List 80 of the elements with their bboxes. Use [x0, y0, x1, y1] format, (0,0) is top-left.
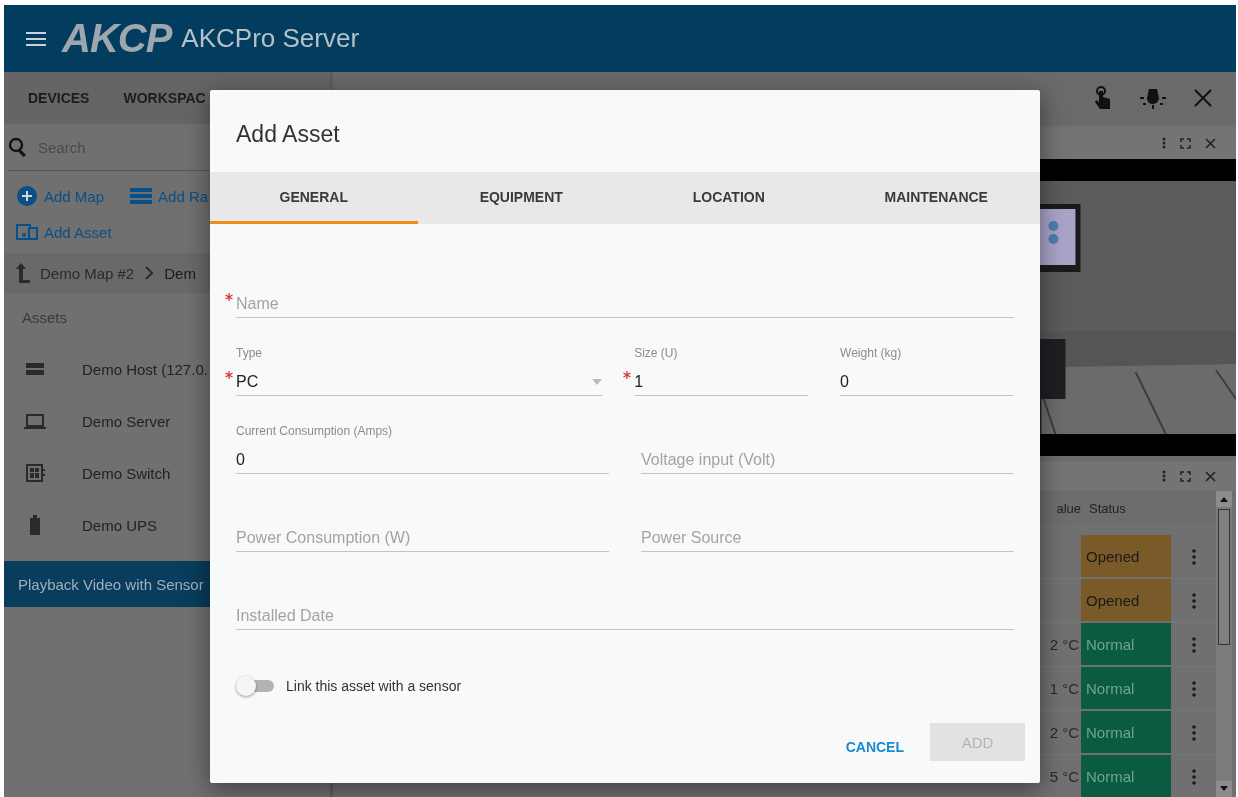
status-cell: Normal: [1081, 623, 1171, 667]
touch-icon[interactable]: [1094, 86, 1112, 110]
nav-tab[interactable]: WORKSPAC: [123, 90, 206, 106]
toggle-switch[interactable]: [236, 676, 276, 696]
table-cell: 2 °C: [1049, 724, 1079, 741]
input-field[interactable]: Name: [236, 246, 1014, 318]
input-field[interactable]: Installed Date: [236, 558, 1014, 630]
search-icon: [8, 137, 28, 157]
dialog-title: Add Asset: [235, 120, 341, 149]
dropdown-arrow-icon: [592, 379, 603, 385]
field-placeholder: Name: [236, 294, 280, 314]
asset-item[interactable]: Demo Switch: [82, 464, 171, 482]
input-field[interactable]: Power Source: [641, 480, 1014, 552]
more-icon[interactable]: [1191, 592, 1196, 609]
table-cell: 2 °C: [1049, 636, 1079, 653]
more-icon[interactable]: [1162, 470, 1166, 482]
scroll-up-icon[interactable]: [1216, 491, 1232, 507]
asset-item[interactable]: Demo UPS: [82, 516, 158, 534]
input-field[interactable]: Power Consumption (W): [236, 480, 609, 552]
asset-item[interactable]: Demo Host (127.0.: [82, 360, 208, 378]
field-placeholder: Installed Date: [236, 606, 335, 626]
chevron-icon: [144, 266, 155, 280]
add-rack-link[interactable]: Add Ra: [130, 185, 209, 207]
field-placeholder: Power Source: [641, 528, 743, 548]
more-icon[interactable]: [1191, 680, 1196, 697]
light-bulb-icon[interactable]: [1140, 86, 1166, 110]
status-cell: Normal: [1081, 711, 1171, 755]
field-value: PC: [236, 373, 259, 391]
fullscreen-icon[interactable]: [1180, 137, 1191, 149]
app-title: AKCPro Server: [181, 23, 360, 54]
more-icon[interactable]: [1191, 636, 1196, 653]
field-value: 0: [236, 451, 245, 469]
scroll-down-icon[interactable]: [1216, 781, 1232, 797]
tab[interactable]: LOCATION: [625, 172, 833, 224]
field-value: 1: [634, 373, 644, 391]
table-cell: 1 °C: [1049, 680, 1079, 697]
status-cell: Normal: [1081, 667, 1171, 711]
more-icon[interactable]: [1191, 724, 1196, 741]
add-asset-link[interactable]: Add Asset: [16, 221, 112, 243]
more-icon[interactable]: [1162, 137, 1166, 149]
status-cell: Normal: [1081, 755, 1171, 797]
field-label: Current Consumption (Amps): [236, 424, 394, 438]
close-icon[interactable]: [1205, 470, 1216, 482]
asset-item[interactable]: Demo Server: [82, 412, 171, 430]
panel-icon: [24, 462, 46, 484]
devices-icon: [16, 221, 38, 243]
tab[interactable]: EQUIPMENT: [417, 172, 625, 224]
tab[interactable]: GENERAL: [210, 172, 418, 224]
input-field[interactable]: Weight (kg) 0: [840, 324, 1014, 396]
field-placeholder: Power Consumption (W): [236, 528, 412, 548]
field-placeholder: Voltage input (Volt): [641, 450, 777, 470]
more-icon[interactable]: [1191, 548, 1196, 565]
menu-icon[interactable]: [26, 30, 46, 47]
input-field[interactable]: Voltage input (Volt): [641, 402, 1014, 474]
input-field[interactable]: Current Consumption (Amps) 0: [236, 402, 609, 474]
close-icon[interactable]: [1205, 137, 1216, 149]
logo: AKCP: [62, 16, 172, 61]
breadcrumb-item[interactable]: Dem: [164, 264, 196, 282]
scrollbar[interactable]: [1216, 491, 1232, 797]
fullscreen-icon[interactable]: [1180, 470, 1191, 482]
cancel-button[interactable]: CANCEL: [829, 728, 920, 766]
select-field[interactable]: Type PC: [236, 324, 603, 396]
input-field[interactable]: Size (U) 1: [634, 324, 809, 396]
nav-tab[interactable]: DEVICES: [28, 90, 90, 106]
add-map-link[interactable]: Add Map: [16, 185, 105, 207]
status-cell: Opened: [1081, 579, 1171, 623]
field-label: Type: [236, 346, 263, 360]
table-cell: 5 °C: [1049, 768, 1079, 785]
field-label: Size (U): [634, 346, 679, 360]
status-cell: Opened: [1081, 535, 1171, 579]
more-icon[interactable]: [1191, 768, 1196, 785]
close-icon[interactable]: [1194, 89, 1212, 107]
field-value: 0: [840, 373, 849, 391]
plus-circle-icon: [16, 185, 38, 207]
up-arrow-icon[interactable]: [16, 263, 30, 283]
tab[interactable]: MAINTENANCE: [832, 172, 1040, 224]
field-label: Weight (kg): [840, 346, 903, 360]
toggle-label: Link this asset with a sensor: [286, 678, 462, 694]
breadcrumb-item[interactable]: Demo Map #2: [40, 264, 135, 282]
list-icon: [130, 185, 153, 207]
